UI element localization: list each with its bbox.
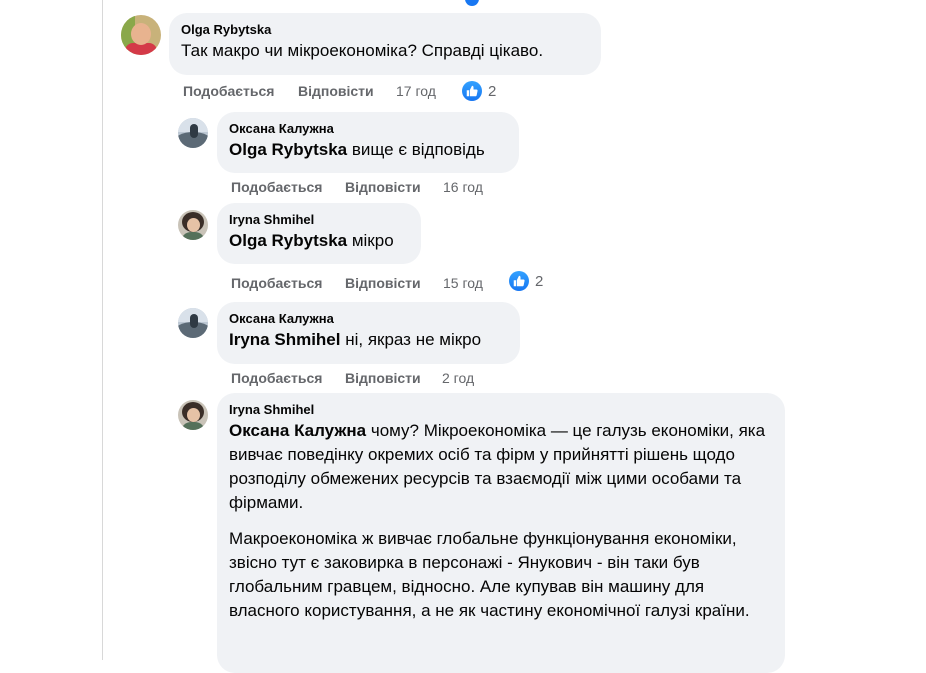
reply-bubble: Оксана Калужна Olga Rybytska вище є відп… (217, 112, 519, 173)
avatar[interactable] (178, 210, 208, 240)
comment-actions: Подобається Відповісти 2 год (231, 369, 501, 389)
mention-link[interactable]: Оксана Калужна (229, 421, 366, 440)
reply-bubble: Iryna Shmihel Оксана Калужна чому? Мікро… (217, 393, 785, 673)
comment-author[interactable]: Iryna Shmihel (229, 211, 409, 229)
reaction-summary[interactable]: 2 (462, 81, 496, 101)
reply-button[interactable]: Відповісти (345, 274, 421, 292)
like-thumb-icon (462, 81, 482, 101)
avatar[interactable] (121, 15, 161, 55)
comment-timestamp[interactable]: 17 год (396, 82, 436, 100)
avatar[interactable] (178, 308, 208, 338)
like-button[interactable]: Подобається (231, 369, 322, 387)
comment-timestamp[interactable]: 16 год (443, 178, 483, 196)
comment-author[interactable]: Оксана Калужна (229, 310, 508, 328)
comment-text: Iryna Shmihel ні, якраз не мікро (229, 328, 508, 352)
comment-actions: Подобається Відповісти 16 год (231, 178, 521, 198)
like-button[interactable]: Подобається (231, 274, 322, 292)
comment-author[interactable]: Olga Rybytska (181, 21, 589, 39)
reaction-summary[interactable]: 2 (509, 271, 543, 291)
reply-button[interactable]: Відповісти (345, 178, 421, 196)
mention-link[interactable]: Olga Rybytska (229, 140, 347, 159)
reply-bubble: Оксана Калужна Iryna Shmihel ні, якраз н… (217, 302, 520, 364)
comment-timestamp[interactable]: 15 год (443, 274, 483, 292)
avatar[interactable] (178, 118, 208, 148)
comment-author[interactable]: Iryna Shmihel (229, 401, 773, 419)
like-button[interactable]: Подобається (231, 178, 322, 196)
comment-author[interactable]: Оксана Калужна (229, 120, 507, 138)
avatar[interactable] (178, 400, 208, 430)
reply-button[interactable]: Відповісти (298, 82, 374, 100)
like-button[interactable]: Подобається (183, 82, 274, 100)
reply-bubble: Iryna Shmihel Olga Rybytska мікро (217, 203, 421, 264)
comment-text: Olga Rybytska вище є відповідь (229, 138, 507, 162)
comment-actions: Подобається Відповісти 15 год (231, 274, 501, 294)
comment-body: мікро (347, 231, 394, 250)
comment-text: Так макро чи мікроекономіка? Справді цік… (181, 41, 544, 60)
like-thumb-icon (509, 271, 529, 291)
reaction-count: 2 (535, 272, 544, 290)
comment-timestamp[interactable]: 2 год (442, 369, 474, 387)
comment-body: ні, якраз не мікро (340, 330, 482, 349)
comment-text: Olga Rybytska мікро (229, 229, 409, 253)
mention-link[interactable]: Olga Rybytska (229, 231, 347, 250)
comment-paragraph: Макроекономіка ж вивчає глобальне функці… (229, 529, 750, 620)
comment-body: вище є відповідь (347, 140, 485, 159)
reaction-count: 2 (488, 82, 497, 100)
mention-link[interactable]: Iryna Shmihel (229, 330, 340, 349)
reply-button[interactable]: Відповісти (345, 369, 421, 387)
comment-text: Оксана Калужна чому? Мікроекономіка — це… (229, 419, 773, 515)
comment-bubble: Olga Rybytska Так макро чи мікроекономік… (169, 13, 601, 75)
